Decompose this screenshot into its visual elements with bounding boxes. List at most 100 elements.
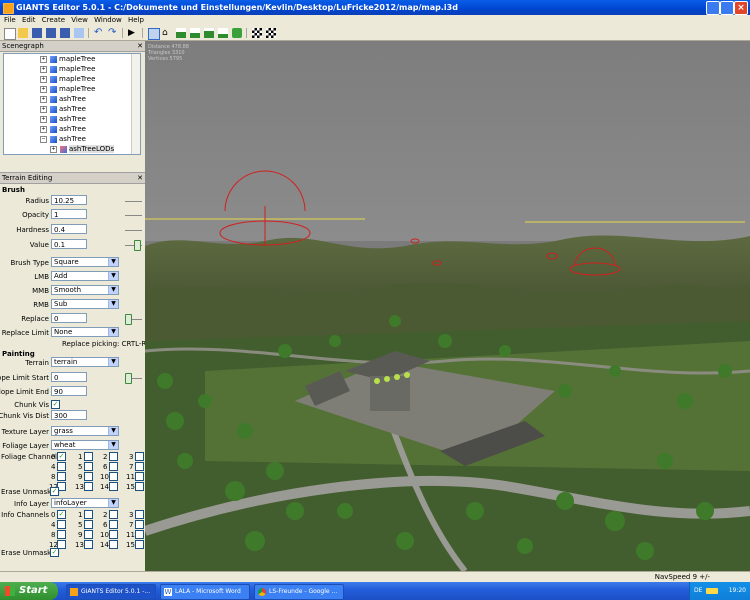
redo-icon[interactable]: ↷ bbox=[108, 28, 118, 38]
tree-item[interactable]: − ashTree bbox=[40, 135, 86, 144]
tree-item[interactable]: + mapleTree bbox=[40, 85, 95, 94]
expand-icon[interactable]: + bbox=[40, 55, 47, 63]
info-channel-checkbox[interactable] bbox=[84, 540, 93, 549]
info-channel-checkbox[interactable] bbox=[84, 520, 93, 529]
info-channel-checkbox[interactable] bbox=[135, 540, 144, 549]
brush-type-select[interactable]: Square ▼ bbox=[51, 257, 119, 267]
snap-icon[interactable] bbox=[252, 28, 262, 38]
close-icon[interactable]: ✕ bbox=[137, 173, 143, 183]
rmb-select[interactable]: Sub ▼ bbox=[51, 299, 119, 309]
taskbar-item-chrome[interactable]: LS-Freunde - Google ... bbox=[254, 584, 344, 600]
erase-unmasked-2-checkbox[interactable]: ✓ bbox=[50, 548, 59, 557]
plant-icon[interactable] bbox=[232, 28, 242, 38]
tree-scrollbar[interactable] bbox=[131, 54, 140, 154]
slope-limit-start-knob[interactable] bbox=[125, 373, 132, 384]
expand-icon[interactable]: + bbox=[40, 125, 47, 133]
expand-icon[interactable]: + bbox=[40, 75, 47, 83]
expand-icon[interactable]: + bbox=[40, 65, 47, 73]
info-channel-checkbox[interactable] bbox=[135, 510, 144, 519]
foliage-channel-checkbox[interactable] bbox=[109, 472, 118, 481]
foliage-channel-checkbox[interactable] bbox=[57, 462, 66, 471]
info-channel-checkbox[interactable] bbox=[109, 530, 118, 539]
chunk-vis-checkbox[interactable]: ✓ bbox=[51, 400, 60, 409]
save-as-icon[interactable] bbox=[46, 28, 56, 38]
foliage-channel-checkbox[interactable] bbox=[84, 472, 93, 481]
tree-item[interactable]: + ashTree bbox=[40, 95, 86, 104]
info-channel-checkbox[interactable] bbox=[57, 530, 66, 539]
slope-limit-start-input[interactable]: 0 bbox=[51, 372, 87, 382]
terrain-smooth-icon[interactable] bbox=[190, 28, 200, 38]
info-channel-checkbox[interactable] bbox=[84, 530, 93, 539]
tree-item[interactable]: + ashTree bbox=[40, 125, 86, 134]
menu-file[interactable]: File bbox=[4, 15, 16, 25]
info-channel-checkbox[interactable] bbox=[135, 520, 144, 529]
select-icon[interactable] bbox=[148, 28, 160, 40]
foliage-channel-checkbox[interactable] bbox=[135, 462, 144, 471]
tree-item[interactable]: + mapleTree bbox=[40, 75, 95, 84]
new-icon[interactable] bbox=[4, 28, 16, 40]
terrain-sculpt-icon[interactable] bbox=[176, 28, 186, 38]
tree-item[interactable]: + mapleTree bbox=[40, 55, 95, 64]
open-icon[interactable] bbox=[18, 28, 28, 38]
info-layer-select[interactable]: infoLayer ▼ bbox=[51, 498, 119, 508]
texture-layer-select[interactable]: grass ▼ bbox=[51, 426, 119, 436]
expand-icon[interactable]: + bbox=[50, 145, 57, 153]
language-indicator[interactable]: DE bbox=[694, 582, 702, 600]
hardness-input[interactable]: 0.4 bbox=[51, 224, 87, 234]
foliage-channel-checkbox[interactable] bbox=[109, 462, 118, 471]
foliage-channel-checkbox[interactable] bbox=[135, 452, 144, 461]
move-icon[interactable]: ⌂ bbox=[162, 28, 172, 38]
value-slider-knob[interactable] bbox=[134, 240, 141, 251]
info-channel-checkbox[interactable]: ✓ bbox=[57, 510, 66, 519]
chunk-vis-dist-input[interactable]: 300 bbox=[51, 410, 87, 420]
menu-edit[interactable]: Edit bbox=[22, 15, 36, 25]
info-channel-checkbox[interactable] bbox=[57, 520, 66, 529]
expand-icon[interactable]: + bbox=[40, 85, 47, 93]
taskbar-item-word[interactable]: W LALA - Microsoft Word bbox=[160, 584, 250, 600]
slope-limit-end-input[interactable]: 90 bbox=[51, 386, 87, 396]
radius-input[interactable]: 10.25 bbox=[51, 195, 87, 205]
foliage-channel-checkbox[interactable] bbox=[135, 482, 144, 491]
info-channel-checkbox[interactable] bbox=[109, 520, 118, 529]
menu-window[interactable]: Window bbox=[94, 15, 122, 25]
tree-item[interactable]: + ashTree bbox=[40, 105, 86, 114]
close-icon[interactable]: ✕ bbox=[137, 41, 143, 51]
mmb-select[interactable]: Smooth ▼ bbox=[51, 285, 119, 295]
foliage-channel-checkbox[interactable] bbox=[84, 482, 93, 491]
tree-item-selected[interactable]: + ashTreeLODs bbox=[50, 145, 115, 154]
taskbar-item-giants-editor[interactable]: GIANTS Editor 5.0.1 -... bbox=[66, 584, 156, 600]
hardness-slider[interactable] bbox=[125, 230, 142, 231]
lmb-select[interactable]: Add ▼ bbox=[51, 271, 119, 281]
erase-unmasked-checkbox[interactable]: ✓ bbox=[50, 487, 59, 496]
3d-viewport[interactable]: Distance 478.88 Triangles 3310 Vertices … bbox=[145, 41, 750, 571]
save-all-icon[interactable] bbox=[60, 28, 70, 38]
foliage-channel-checkbox[interactable] bbox=[109, 452, 118, 461]
radius-slider[interactable] bbox=[125, 201, 142, 202]
scenegraph-tree[interactable]: + mapleTree + mapleTree + mapleTree + mapleT… bbox=[3, 53, 141, 155]
foliage-channel-checkbox[interactable] bbox=[84, 462, 93, 471]
foliage-channel-checkbox[interactable] bbox=[57, 472, 66, 481]
replace-input[interactable]: 0 bbox=[51, 313, 87, 323]
undo-icon[interactable]: ↶ bbox=[94, 28, 104, 38]
maximize-button[interactable] bbox=[720, 1, 734, 15]
expand-icon[interactable]: + bbox=[40, 105, 47, 113]
opacity-input[interactable]: 1 bbox=[51, 209, 87, 219]
info-channel-checkbox[interactable] bbox=[109, 540, 118, 549]
foliage-channel-checkbox[interactable]: ✓ bbox=[57, 452, 66, 461]
foliage-icon[interactable] bbox=[218, 28, 228, 38]
save-icon[interactable] bbox=[32, 28, 42, 38]
menu-create[interactable]: Create bbox=[42, 15, 65, 25]
menu-help[interactable]: Help bbox=[128, 15, 144, 25]
expand-icon[interactable]: + bbox=[40, 95, 47, 103]
info-channel-checkbox[interactable] bbox=[109, 510, 118, 519]
terrain-paint-icon[interactable] bbox=[204, 28, 214, 38]
info-channel-checkbox[interactable] bbox=[135, 530, 144, 539]
foliage-layer-select[interactable]: wheat ▼ bbox=[51, 440, 119, 450]
menu-view[interactable]: View bbox=[71, 15, 88, 25]
value-input[interactable]: 0.1 bbox=[51, 239, 87, 249]
info-channel-checkbox[interactable] bbox=[84, 510, 93, 519]
expand-icon[interactable]: + bbox=[40, 115, 47, 123]
close-button[interactable]: × bbox=[734, 1, 748, 15]
opacity-slider[interactable] bbox=[125, 215, 142, 216]
foliage-channel-checkbox[interactable] bbox=[109, 482, 118, 491]
